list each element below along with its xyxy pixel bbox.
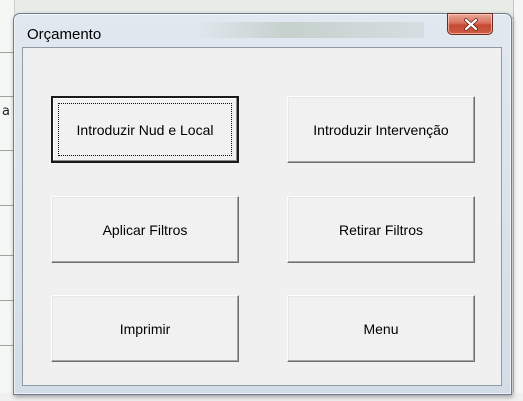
title-bar-reflection — [194, 22, 424, 38]
spreadsheet-scroll-edge — [513, 0, 523, 401]
aplicar-filtros-button[interactable]: Aplicar Filtros — [51, 196, 239, 263]
introduzir-nud-local-button[interactable]: Introduzir Nud e Local — [51, 96, 239, 163]
close-icon — [464, 18, 478, 31]
button-label: Aplicar Filtros — [102, 221, 188, 238]
orcamento-dialog: Orçamento Introduzir Nud e Local Introdu… — [13, 13, 512, 395]
button-label: Imprimir — [119, 320, 171, 337]
spreadsheet-cell-text: a — [2, 104, 10, 119]
menu-button[interactable]: Menu — [287, 295, 475, 362]
imprimir-button[interactable]: Imprimir — [51, 295, 239, 362]
retirar-filtros-button[interactable]: Retirar Filtros — [287, 196, 475, 263]
button-label: Introduzir Nud e Local — [76, 121, 214, 138]
button-label: Introduzir Intervenção — [313, 121, 449, 138]
button-label: Retirar Filtros — [338, 221, 423, 238]
title-bar[interactable]: Orçamento — [14, 13, 511, 43]
introduzir-intervencao-button[interactable]: Introduzir Intervenção — [287, 96, 475, 163]
button-label: Menu — [363, 320, 399, 337]
window-title: Orçamento — [27, 26, 102, 43]
close-button[interactable] — [447, 13, 493, 35]
dialog-client-area: Introduzir Nud e Local Introduzir Interv… — [22, 47, 502, 386]
